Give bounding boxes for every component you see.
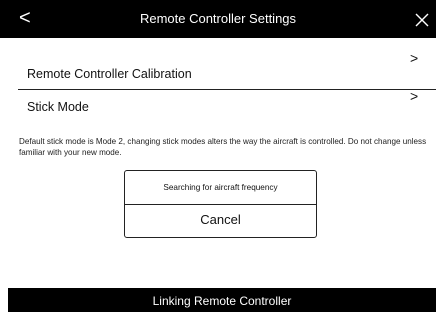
close-button[interactable] — [414, 12, 430, 28]
status-text: Linking Remote Controller — [152, 294, 292, 308]
searching-dialog: Searching for aircraft frequency Cancel — [124, 170, 317, 238]
close-icon — [415, 13, 429, 27]
cancel-button[interactable]: Cancel — [125, 205, 316, 237]
calibration-label: Remote Controller Calibration — [27, 67, 192, 81]
chevron-right-icon: > — [410, 88, 419, 104]
dialog-message: Searching for aircraft frequency — [163, 183, 278, 192]
stick-mode-label: Stick Mode — [27, 100, 89, 114]
stick-mode-item[interactable]: Stick Mode > — [0, 88, 436, 126]
settings-screen: < Remote Controller Settings Remote Cont… — [0, 0, 436, 312]
title-bar: < Remote Controller Settings — [0, 0, 436, 38]
page-title: Remote Controller Settings — [139, 11, 297, 26]
stick-mode-description: Default stick mode is Mode 2, changing s… — [19, 137, 427, 157]
chevron-right-icon: > — [410, 50, 419, 66]
status-bar: Linking Remote Controller — [8, 288, 436, 312]
remote-controller-calibration-item[interactable]: Remote Controller Calibration > — [0, 38, 436, 88]
